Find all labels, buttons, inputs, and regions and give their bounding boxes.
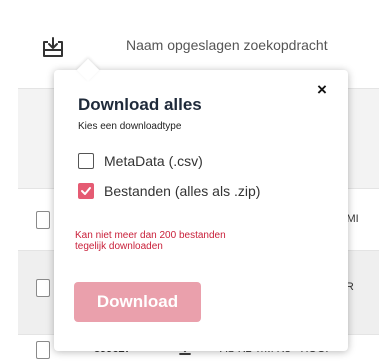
close-icon[interactable]: × [314, 81, 330, 98]
option-metadata-csv[interactable]: MetaData (.csv) [78, 153, 203, 169]
row-checkbox[interactable] [36, 211, 50, 229]
download-all-button[interactable] [38, 32, 68, 62]
download-tray-icon [43, 37, 63, 57]
metadata-checkbox[interactable] [78, 153, 94, 169]
option-label: Bestanden (alles als .zip) [104, 183, 261, 199]
checkmark-icon [81, 187, 91, 195]
files-checkbox[interactable] [78, 183, 94, 199]
option-files-zip[interactable]: Bestanden (alles als .zip) [78, 183, 260, 199]
popover-title: Download alles [78, 95, 202, 114]
saved-search-name-field[interactable]: Naam opgeslagen zoekopdracht [126, 37, 328, 53]
download-limit-warning: Kan niet meer dan 200 bestanden tegelijk… [75, 230, 226, 252]
row-checkbox[interactable] [36, 279, 50, 297]
option-label: MetaData (.csv) [104, 153, 203, 169]
row-checkbox[interactable] [36, 341, 50, 359]
popover-subtitle: Kies een downloadtype [78, 121, 182, 132]
download-button[interactable]: Download [74, 282, 201, 322]
